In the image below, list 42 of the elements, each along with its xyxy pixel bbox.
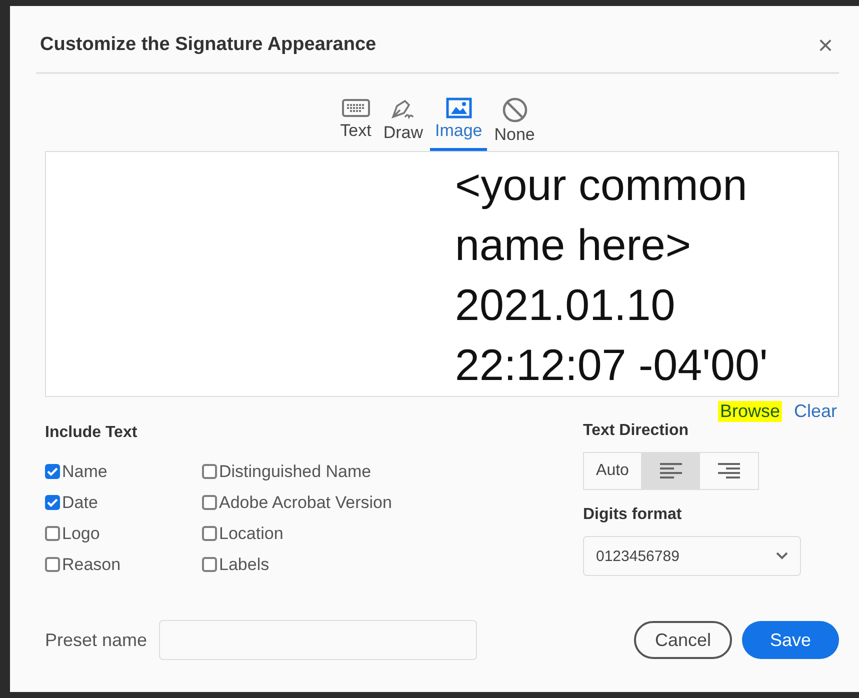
checkbox-label: Name xyxy=(62,462,108,482)
checkbox-label: Logo xyxy=(62,524,100,544)
keyboard-icon xyxy=(342,97,370,119)
checkbox[interactable] xyxy=(202,464,217,479)
preview-text: <your common xyxy=(455,160,748,212)
preset-name-field[interactable] xyxy=(159,620,478,660)
section-heading: Include Text xyxy=(45,424,138,441)
checkbox[interactable] xyxy=(45,557,60,572)
save-button[interactable]: Save xyxy=(742,621,839,659)
link[interactable]: Browse xyxy=(718,401,782,422)
preview-text: 2021.01.10 xyxy=(455,280,676,332)
close-button[interactable]: × xyxy=(812,32,839,58)
section-heading: Text Direction xyxy=(583,422,690,440)
digits-format-dropdown[interactable]: 0123456789 xyxy=(583,536,801,576)
section-heading: Digits format xyxy=(583,506,683,524)
align-right-icon xyxy=(718,463,740,479)
cancel-button[interactable]: Cancel xyxy=(634,621,732,659)
mode-tab[interactable]: Draw xyxy=(378,95,428,151)
link[interactable]: Clear xyxy=(792,401,839,422)
checkbox[interactable] xyxy=(45,464,60,479)
preview-text: 22:12:07 -04'00' xyxy=(455,340,768,392)
align-left-icon xyxy=(660,463,682,479)
checkbox[interactable] xyxy=(45,526,60,541)
checkbox[interactable] xyxy=(202,526,217,541)
checkbox[interactable] xyxy=(45,495,60,510)
mode-tab[interactable]: None xyxy=(489,95,540,151)
preview-text: name here> xyxy=(455,220,692,272)
checkbox-label: Reason xyxy=(62,554,121,574)
field-label: Preset name xyxy=(45,630,148,650)
chevron-down-icon xyxy=(776,552,788,560)
checkbox[interactable] xyxy=(202,557,217,572)
checkbox[interactable] xyxy=(202,495,217,510)
checkbox-label: Date xyxy=(62,492,98,512)
dialog-title: Customize the Signature Appearance xyxy=(40,34,376,56)
checkbox-label: Location xyxy=(219,524,284,544)
mode-tab[interactable]: Text xyxy=(335,95,376,151)
direction-button[interactable] xyxy=(642,453,700,489)
checkbox-label: Labels xyxy=(219,554,270,574)
checkbox-label: Distinguished Name xyxy=(219,462,372,482)
checkbox-label: Adobe Acrobat Version xyxy=(219,492,392,512)
image-icon xyxy=(446,97,472,119)
prohibited-icon xyxy=(502,97,528,123)
